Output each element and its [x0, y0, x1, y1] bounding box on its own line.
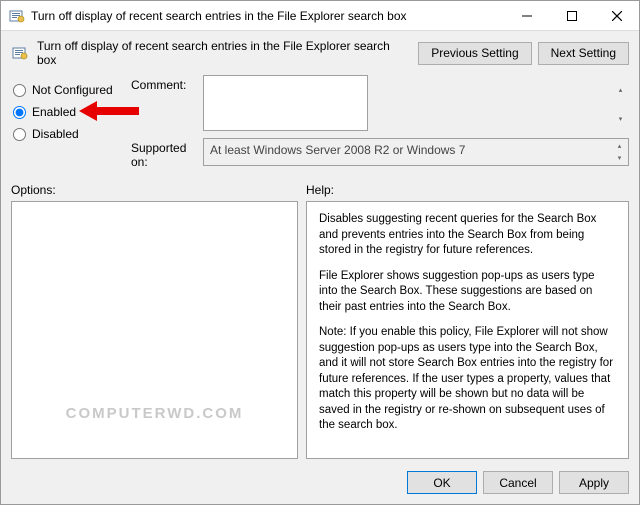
comment-spin[interactable]: ▴ ▾ [613, 76, 628, 133]
radio-not-configured[interactable]: Not Configured [11, 79, 131, 101]
help-text: Disables suggesting recent queries for t… [307, 202, 628, 454]
state-radios: Not Configured Enabled Disabled [11, 75, 131, 173]
policy-editor-window: Turn off display of recent search entrie… [0, 0, 640, 505]
ok-button[interactable]: OK [407, 471, 477, 494]
watermark: COMPUTERWD.COM [12, 405, 297, 422]
comment-label: Comment: [131, 75, 203, 92]
policy-title: Turn off display of recent search entrie… [37, 39, 410, 67]
cancel-button[interactable]: Cancel [483, 471, 553, 494]
chevron-down-icon[interactable]: ▾ [613, 105, 628, 134]
nav-buttons: Previous Setting Next Setting [418, 42, 629, 65]
window-title: Turn off display of recent search entrie… [31, 9, 504, 23]
supported-spin[interactable]: ▴ ▾ [612, 140, 627, 164]
help-paragraph: Disables suggesting recent queries for t… [319, 212, 616, 259]
chevron-up-icon[interactable]: ▴ [613, 76, 628, 105]
fields: Comment: ▴ ▾ Supported on: At least Wind… [131, 75, 629, 173]
help-paragraph: File Explorer shows suggestion pop-ups a… [319, 269, 616, 316]
comment-input[interactable] [203, 75, 368, 131]
radio-enabled-input[interactable] [13, 106, 26, 119]
options-label: Options: [11, 183, 306, 197]
titlebar: Turn off display of recent search entrie… [1, 1, 639, 31]
chevron-down-icon[interactable]: ▾ [612, 152, 627, 164]
previous-setting-button[interactable]: Previous Setting [418, 42, 531, 65]
supported-on-text: At least Windows Server 2008 R2 or Windo… [210, 143, 465, 157]
apply-button[interactable]: Apply [559, 471, 629, 494]
radio-label: Enabled [32, 105, 76, 119]
window-controls [504, 1, 639, 30]
header: Turn off display of recent search entrie… [1, 31, 639, 73]
minimize-button[interactable] [504, 1, 549, 30]
dialog-buttons: OK Cancel Apply [1, 465, 639, 504]
radio-disabled[interactable]: Disabled [11, 123, 131, 145]
policy-icon [11, 44, 29, 62]
help-label: Help: [306, 183, 334, 197]
lower-labels: Options: Help: [1, 181, 639, 199]
chevron-up-icon[interactable]: ▴ [612, 140, 627, 152]
supported-on-value: At least Windows Server 2008 R2 or Windo… [203, 138, 629, 166]
policy-icon [9, 8, 25, 24]
comment-row: Comment: ▴ ▾ [131, 75, 629, 134]
lower-panels: COMPUTERWD.COM Disables suggesting recen… [1, 199, 639, 465]
supported-label: Supported on: [131, 138, 203, 169]
help-panel: Disables suggesting recent queries for t… [306, 201, 629, 459]
maximize-button[interactable] [549, 1, 594, 30]
radio-label: Disabled [32, 127, 79, 141]
radio-enabled[interactable]: Enabled [11, 101, 131, 123]
radio-disabled-input[interactable] [13, 128, 26, 141]
options-panel: COMPUTERWD.COM [11, 201, 298, 459]
config-area: Not Configured Enabled Disabled Comment: [1, 73, 639, 181]
supported-row: Supported on: At least Windows Server 20… [131, 138, 629, 169]
radio-not-configured-input[interactable] [13, 84, 26, 97]
next-setting-button[interactable]: Next Setting [538, 42, 629, 65]
radio-label: Not Configured [32, 83, 113, 97]
close-button[interactable] [594, 1, 639, 30]
help-paragraph: Note: If you enable this policy, File Ex… [319, 325, 616, 434]
